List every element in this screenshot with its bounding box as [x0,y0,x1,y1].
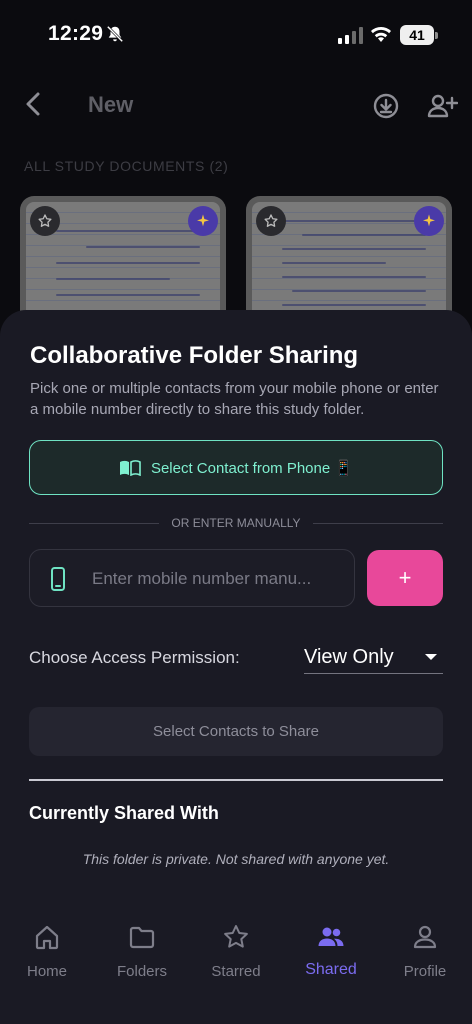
handwriting-line [282,262,386,264]
nav-label-profile: Profile [403,963,447,980]
nav-label-shared: Shared [305,961,357,978]
ai-sparkle-icon[interactable] [414,206,444,236]
signal-icon [338,27,363,44]
handwriting-line [86,246,200,248]
wifi-icon [371,27,391,42]
share-button-label: Select Contacts to Share [153,723,319,740]
download-icon[interactable] [372,92,400,120]
handwriting-line [282,248,426,250]
shared-empty-state: This folder is private. Not shared with … [82,851,390,867]
phone-input-container [29,549,355,607]
nav-item-folders[interactable]: Folders [97,924,187,980]
divider-line [313,523,443,524]
star-icon [224,925,248,948]
nav-item-starred[interactable]: Starred [191,924,281,980]
person-icon [413,925,437,949]
handwriting-line [282,220,426,222]
status-bar: 12:29 41 [0,0,472,70]
nav-label-folders: Folders [116,963,168,980]
handwriting-line [56,278,170,280]
select-contact-label: Select Contact from Phone 📱 [150,459,354,477]
add-user-icon[interactable] [426,92,458,120]
folder-icon [129,926,155,949]
page-title: New [88,92,134,117]
nav-item-profile[interactable]: Profile [380,924,470,980]
handwriting-line [282,304,426,306]
mobile-phone-icon [51,567,65,591]
bottom-navigation: Home Folders Starred Shared Profile [0,906,472,1024]
document-card[interactable] [20,196,226,326]
document-card[interactable] [246,196,452,326]
permission-value: View Only [304,646,394,668]
home-icon [35,925,59,950]
select-contact-button[interactable]: Select Contact from Phone 📱 [29,440,443,495]
nav-label-home: Home [26,963,67,980]
section-divider [29,779,443,781]
nav-item-shared[interactable]: Shared [286,924,376,979]
book-open-icon [119,459,141,476]
sheet-description: Pick one or multiple contacts from your … [30,380,439,418]
add-number-button[interactable]: + [367,550,443,606]
handwriting-line [292,290,426,292]
handwriting-line [56,262,200,264]
phone-number-input[interactable] [92,564,342,594]
permission-label: Choose Access Permission: [29,648,240,667]
handwriting-line [282,276,426,278]
handwriting-line [302,234,426,236]
dropdown-caret-icon [425,654,437,660]
nav-label-starred: Starred [211,963,261,980]
app-header: New [0,78,472,134]
people-icon [318,927,344,946]
ai-sparkle-icon[interactable] [188,206,218,236]
bell-muted-icon [106,25,124,43]
nav-item-home[interactable]: Home [2,924,92,980]
handwriting-line [56,294,200,296]
handwriting-line [56,230,200,232]
or-divider: OR ENTER MANUALLY [29,515,443,531]
battery-tip [435,32,438,39]
status-time: 12:29 [48,22,104,45]
permission-dropdown[interactable]: View Only [304,640,443,674]
back-arrow-icon[interactable] [20,90,48,118]
battery-indicator: 41 [400,25,434,45]
favorite-star-icon[interactable] [30,206,60,236]
favorite-star-icon[interactable] [256,206,286,236]
shared-with-title: Currently Shared With [29,803,219,823]
share-button[interactable]: Select Contacts to Share [29,707,443,756]
sheet-title: Collaborative Folder Sharing [30,342,359,369]
documents-section-label: ALL STUDY DOCUMENTS (2) [24,158,229,174]
